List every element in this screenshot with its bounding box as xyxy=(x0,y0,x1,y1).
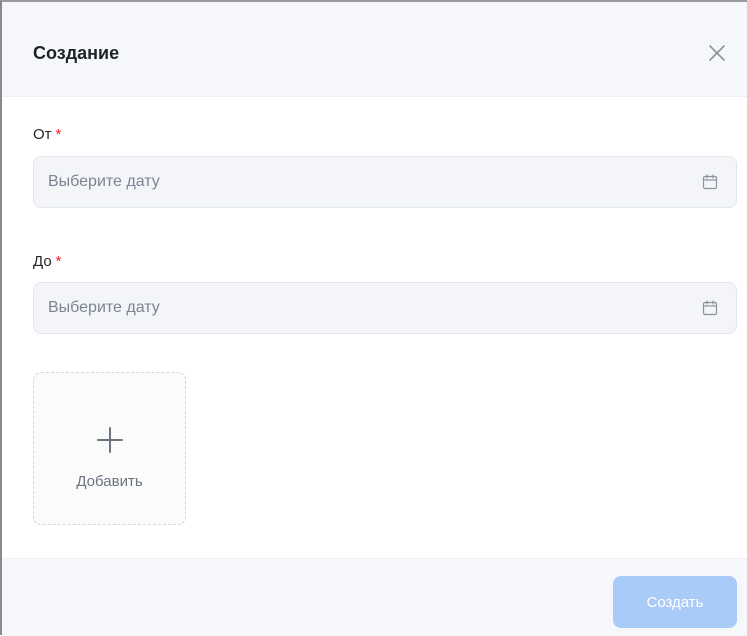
dialog-title: Создание xyxy=(33,43,120,63)
create-button[interactable]: Создать xyxy=(613,576,737,628)
dialog-header: Создание xyxy=(2,2,747,97)
add-file-button[interactable]: Добавить xyxy=(33,372,186,525)
to-label-text: До xyxy=(33,253,52,270)
from-date-input[interactable] xyxy=(48,157,668,207)
dialog-footer: Создать xyxy=(2,558,747,636)
to-date-picker[interactable] xyxy=(33,282,737,334)
calendar-icon[interactable] xyxy=(702,300,718,316)
create-dialog: Создание От* До* xyxy=(0,0,747,636)
to-date-input[interactable] xyxy=(48,283,668,333)
close-button[interactable] xyxy=(707,43,727,63)
required-mark: * xyxy=(55,253,62,270)
add-file-label: Добавить xyxy=(76,473,143,490)
from-date-picker[interactable] xyxy=(33,156,737,208)
plus-icon xyxy=(97,427,123,453)
from-label-text: От xyxy=(33,126,52,143)
from-label: От * xyxy=(33,126,61,144)
to-label: До * xyxy=(33,253,62,271)
calendar-icon[interactable] xyxy=(702,174,718,190)
required-mark: * xyxy=(55,126,62,143)
close-icon xyxy=(709,45,725,61)
